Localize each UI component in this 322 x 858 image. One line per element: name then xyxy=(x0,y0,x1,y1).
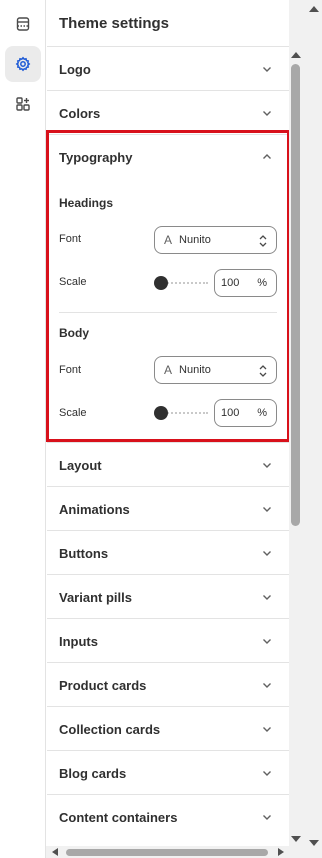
chevron-down-icon xyxy=(263,639,271,644)
slider-thumb[interactable] xyxy=(154,276,168,290)
section-product-cards[interactable]: Product cards xyxy=(47,662,289,707)
chevron-down-icon xyxy=(263,551,271,556)
body-font-picker[interactable]: A Nunito xyxy=(154,356,277,384)
section-label: Logo xyxy=(59,61,91,77)
sections-icon xyxy=(16,17,30,31)
apps-button[interactable] xyxy=(5,86,41,122)
theme-settings-button[interactable] xyxy=(5,46,41,82)
section-typography: Typography Headings Font A Nunito Scale … xyxy=(47,134,289,446)
chevron-down-icon xyxy=(263,683,271,688)
select-arrows-icon xyxy=(259,235,267,247)
section-collection-cards[interactable]: Collection cards xyxy=(47,706,289,751)
section-label: Inputs xyxy=(59,633,98,649)
headings-scale-slider[interactable] xyxy=(154,276,210,290)
body-scale-slider[interactable] xyxy=(154,406,210,420)
section-buttons[interactable]: Buttons xyxy=(47,530,289,575)
panel-scrollbar-thumb[interactable] xyxy=(291,64,300,526)
scroll-right-arrow-icon[interactable] xyxy=(278,848,284,856)
slider-thumb[interactable] xyxy=(154,406,168,420)
chevron-down-icon xyxy=(263,595,271,600)
chevron-down-icon xyxy=(263,771,271,776)
panel-title: Theme settings xyxy=(59,15,170,32)
section-label: Buttons xyxy=(59,545,109,561)
chevron-down-icon xyxy=(263,507,271,512)
divider xyxy=(59,312,277,313)
chevron-up-icon xyxy=(263,154,271,159)
horizontal-scrollbar-thumb[interactable] xyxy=(66,849,268,856)
section-label: Product cards xyxy=(59,677,147,693)
section-variant-pills[interactable]: Variant pills xyxy=(47,574,289,619)
left-rail xyxy=(0,0,46,858)
headings-scale-input[interactable]: 100 % xyxy=(214,269,277,297)
section-blog-cards[interactable]: Blog cards xyxy=(47,750,289,795)
chevron-down-icon xyxy=(263,111,271,116)
section-label: Content containers xyxy=(59,809,178,825)
scroll-down-arrow-icon[interactable] xyxy=(291,836,301,842)
select-arrows-icon xyxy=(259,365,267,377)
section-label: Layout xyxy=(59,457,102,473)
section-label: Variant pills xyxy=(59,589,132,605)
scroll-left-arrow-icon[interactable] xyxy=(52,848,58,856)
section-animations[interactable]: Animations xyxy=(47,486,289,531)
window-scrollbar[interactable] xyxy=(305,0,322,858)
section-content-containers[interactable]: Content containers xyxy=(47,794,289,839)
theme-settings-panel: Theme settings Logo Colors Typography He… xyxy=(47,0,289,858)
body-label: Body xyxy=(59,326,89,340)
headings-scale-label: Scale xyxy=(59,276,87,288)
body-scale-input[interactable]: 100 % xyxy=(214,399,277,427)
scroll-up-arrow-icon[interactable] xyxy=(309,6,319,12)
font-icon: A xyxy=(164,363,173,377)
section-label: Collection cards xyxy=(59,721,161,737)
headings-label: Headings xyxy=(59,196,114,210)
percent-unit: % xyxy=(257,277,267,289)
chevron-down-icon xyxy=(263,67,271,72)
headings-scale-value: 100 xyxy=(221,277,240,289)
section-layout[interactable]: Layout xyxy=(47,442,289,487)
headings-font-label: Font xyxy=(59,233,82,245)
body-font-value: Nunito xyxy=(179,364,211,376)
typography-header[interactable]: Typography xyxy=(47,135,289,179)
panel-scrollbar[interactable] xyxy=(289,0,305,846)
chevron-down-icon xyxy=(263,463,271,468)
body-scale-label: Scale xyxy=(59,407,87,419)
horizontal-scrollbar[interactable] xyxy=(46,846,305,858)
section-colors[interactable]: Colors xyxy=(47,90,289,135)
percent-unit: % xyxy=(257,407,267,419)
font-icon: A xyxy=(164,233,173,247)
apps-add-icon xyxy=(16,97,30,111)
chevron-down-icon xyxy=(263,815,271,820)
sections-button[interactable] xyxy=(5,6,41,42)
settings-gear-icon xyxy=(15,56,31,72)
section-inputs[interactable]: Inputs xyxy=(47,618,289,663)
section-label: Colors xyxy=(59,105,101,121)
headings-font-value: Nunito xyxy=(179,234,211,246)
headings-font-picker[interactable]: A Nunito xyxy=(154,226,277,254)
body-scale-value: 100 xyxy=(221,407,240,419)
section-logo[interactable]: Logo xyxy=(47,46,289,91)
body-font-label: Font xyxy=(59,364,82,376)
section-label: Animations xyxy=(59,501,130,517)
scroll-down-arrow-icon[interactable] xyxy=(309,840,319,846)
section-label: Typography xyxy=(59,149,133,165)
section-label: Blog cards xyxy=(59,765,127,781)
chevron-down-icon xyxy=(263,727,271,732)
scroll-up-arrow-icon[interactable] xyxy=(291,52,301,58)
